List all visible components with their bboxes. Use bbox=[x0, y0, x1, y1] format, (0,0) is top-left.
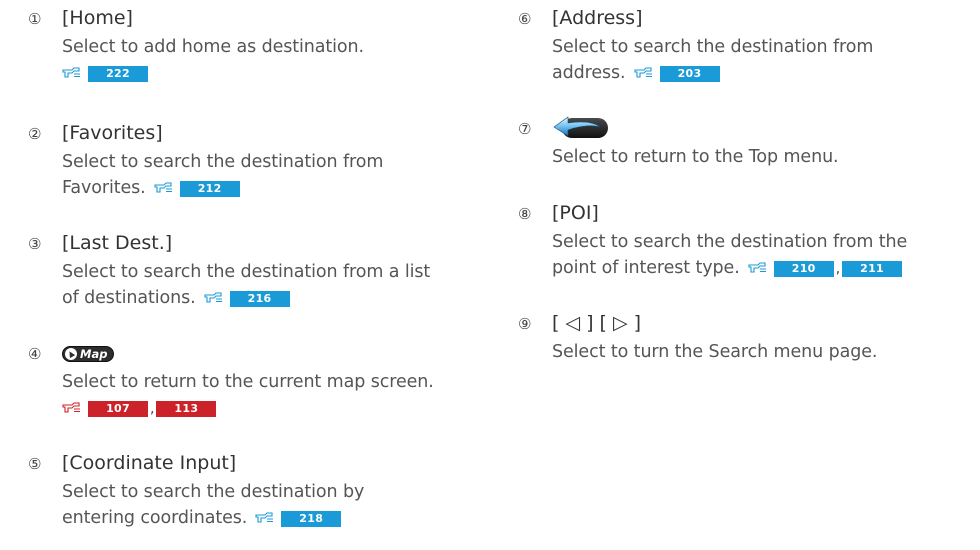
item-title: [Coordinate Input] bbox=[62, 452, 237, 474]
ref-separator: , bbox=[150, 401, 155, 417]
item-description: Select to turn the Search menu page. bbox=[552, 339, 877, 365]
item-number: ③ bbox=[28, 235, 42, 253]
description-line: entering coordinates. 218 bbox=[62, 505, 364, 531]
back-arrow-icon bbox=[552, 112, 610, 146]
description-line: point of interest type. 210, 211 bbox=[552, 255, 907, 282]
description-text: Favorites. bbox=[62, 178, 146, 198]
description-line: Select to search the destination from a … bbox=[62, 262, 431, 282]
compass-icon bbox=[65, 348, 77, 360]
reference-pointer-icon bbox=[204, 291, 224, 304]
item-number: ② bbox=[28, 125, 42, 143]
description-line: of destinations. 216 bbox=[62, 285, 430, 311]
page-ref-badge[interactable]: 211 bbox=[842, 261, 903, 277]
item-number: ⑤ bbox=[28, 455, 42, 473]
description-text: entering coordinates. bbox=[62, 508, 248, 528]
description-text: point of interest type. bbox=[552, 258, 740, 278]
item-number: ① bbox=[28, 10, 42, 28]
item-title: [ ◁ ] [ ▷ ] bbox=[552, 312, 642, 334]
reference-pointer-icon bbox=[154, 181, 174, 194]
page-ref-badge[interactable]: 222 bbox=[88, 66, 148, 82]
item-description: Select to search the destination from ad… bbox=[552, 34, 873, 86]
page-ref-badge[interactable]: 210 bbox=[773, 261, 834, 277]
page-ref-badge[interactable]: 216 bbox=[229, 291, 290, 307]
item-title: [Last Dest.] bbox=[62, 232, 173, 254]
item-description: Select to return to the current map scre… bbox=[62, 369, 434, 422]
description-text: of destinations. bbox=[62, 288, 196, 308]
reference-line: 222 bbox=[62, 60, 364, 86]
reference-pointer-icon bbox=[255, 511, 275, 524]
item-number: ⑧ bbox=[518, 205, 532, 223]
item-number: ⑦ bbox=[518, 120, 532, 138]
description-line: Select to return to the current map scre… bbox=[62, 372, 434, 392]
description-line: Select to search the destination from th… bbox=[552, 232, 908, 252]
item-description: Select to search the destination from Fa… bbox=[62, 149, 383, 201]
description-line: Select to add home as destination. bbox=[62, 37, 364, 57]
item-number: ④ bbox=[28, 345, 42, 363]
item-description: Select to search the destination from a … bbox=[62, 259, 430, 311]
item-description: Select to search the destination by ente… bbox=[62, 479, 364, 531]
item-number: ⑨ bbox=[518, 315, 532, 333]
item-title: [Address] bbox=[552, 7, 643, 29]
item-title: [Favorites] bbox=[62, 122, 163, 144]
page-ref-badge[interactable]: 212 bbox=[179, 181, 240, 197]
reference-pointer-icon bbox=[748, 261, 768, 274]
reference-line: 107, 113 bbox=[62, 395, 434, 422]
page-ref-badge[interactable]: 218 bbox=[281, 511, 342, 527]
item-description: Select to search the destination from th… bbox=[552, 229, 907, 282]
reference-pointer-icon bbox=[62, 401, 82, 414]
ref-separator: , bbox=[835, 261, 841, 277]
item-title: [Home] bbox=[62, 7, 133, 29]
description-line: address. 203 bbox=[552, 60, 873, 86]
description-line: Select to return to the Top menu. bbox=[552, 147, 839, 167]
map-button-label: Map bbox=[80, 347, 108, 361]
page-ref-badge[interactable]: 107 bbox=[88, 401, 148, 417]
description-line: Select to search the destination from bbox=[62, 152, 384, 172]
description-line: Favorites. 212 bbox=[62, 175, 383, 201]
reference-pointer-icon bbox=[633, 66, 654, 79]
page-ref-badge[interactable]: 203 bbox=[659, 66, 720, 82]
page-ref-badge[interactable]: 113 bbox=[156, 401, 217, 417]
item-description: Select to add home as destination. 222 bbox=[62, 34, 364, 86]
description-line: Select to search the destination by bbox=[62, 482, 365, 502]
reference-pointer-icon bbox=[62, 66, 82, 79]
map-button-icon: Map bbox=[62, 346, 114, 362]
item-number: ⑥ bbox=[518, 10, 532, 28]
description-text: address. bbox=[552, 63, 626, 83]
description-line: Select to search the destination from bbox=[552, 37, 874, 57]
item-title: [POI] bbox=[552, 202, 599, 224]
description-line: Select to turn the Search menu page. bbox=[552, 342, 878, 362]
item-description: Select to return to the Top menu. bbox=[552, 144, 839, 170]
